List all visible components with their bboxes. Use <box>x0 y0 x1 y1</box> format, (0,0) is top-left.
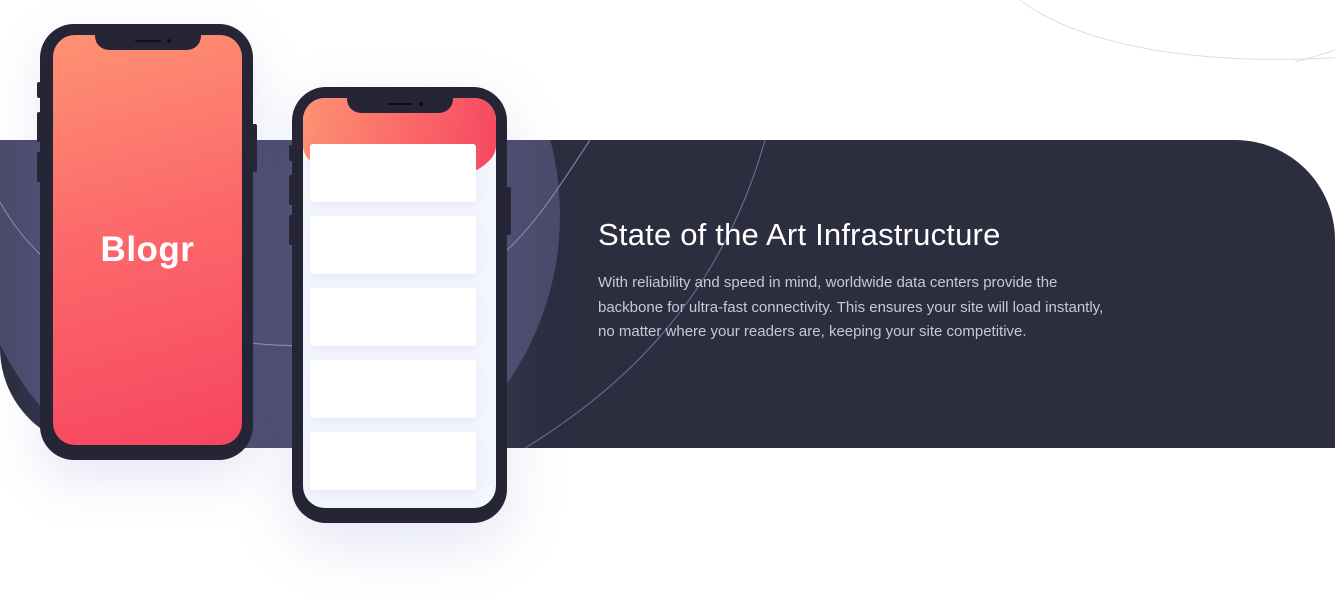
camera-icon <box>418 102 423 106</box>
phone-side-button <box>506 187 511 235</box>
phone-notch <box>346 98 453 113</box>
phone-side-button <box>37 82 41 98</box>
phone-side-button <box>37 152 41 182</box>
placeholder-card <box>310 360 476 418</box>
speaker-icon <box>386 103 413 105</box>
phone-screen <box>303 98 496 508</box>
phone-mockup-logo: Blogr <box>37 24 257 460</box>
camera-icon <box>166 39 171 43</box>
section-heading: State of the Art Infrastructure <box>598 217 1001 252</box>
phone-side-button <box>289 175 293 205</box>
section-description: With reliability and speed in mind, worl… <box>598 274 1104 340</box>
infrastructure-text: State of the Art Infrastructure With rel… <box>598 215 1108 345</box>
blogr-logo: Blogr <box>100 230 195 269</box>
placeholder-card <box>310 432 476 490</box>
placeholder-card <box>310 216 476 274</box>
phone-side-button <box>289 215 293 245</box>
phone-mockup-cards <box>289 87 511 523</box>
placeholder-card <box>310 144 476 202</box>
phone-side-button <box>289 145 293 161</box>
speaker-icon <box>134 40 161 42</box>
placeholder-card <box>310 288 476 346</box>
phone-side-button <box>252 124 257 172</box>
phone-screen: Blogr <box>53 35 242 445</box>
phone-side-button <box>37 112 41 142</box>
phone-notch <box>94 35 201 50</box>
